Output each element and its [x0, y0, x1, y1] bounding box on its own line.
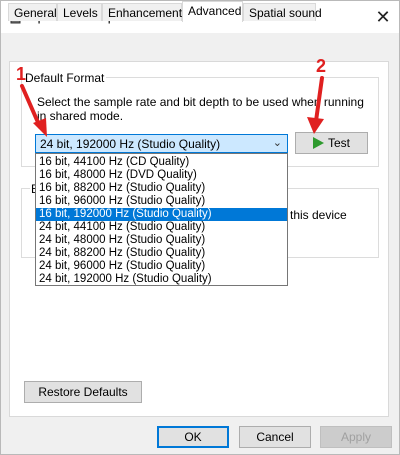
tab-levels[interactable]: Levels [57, 3, 102, 21]
format-dropdown-value: 24 bit, 192000 Hz (Studio Quality) [40, 137, 221, 151]
format-option[interactable]: 16 bit, 44100 Hz (CD Quality) [36, 156, 287, 169]
properties-window: Speakers Properties ✕ General Levels Enh… [0, 0, 400, 455]
format-options-list[interactable]: 16 bit, 44100 Hz (CD Quality) 16 bit, 48… [35, 153, 288, 286]
tab-spatial-sound[interactable]: Spatial sound [243, 3, 322, 21]
close-icon[interactable]: ✕ [371, 5, 395, 29]
format-option[interactable]: 24 bit, 192000 Hz (Studio Quality) [36, 273, 287, 286]
default-format-title: Default Format [23, 71, 107, 85]
chevron-down-icon[interactable]: ⌄ [273, 136, 282, 149]
format-option[interactable]: 16 bit, 48000 Hz (DVD Quality) [36, 169, 287, 182]
tab-advanced[interactable]: Advanced [182, 1, 243, 22]
format-option[interactable]: 24 bit, 44100 Hz (Studio Quality) [36, 221, 287, 234]
test-button[interactable]: Test [295, 132, 368, 154]
play-icon [313, 137, 324, 149]
default-format-description: Select the sample rate and bit depth to … [37, 95, 364, 123]
restore-defaults-button[interactable]: Restore Defaults [24, 381, 142, 403]
format-option[interactable]: 24 bit, 88200 Hz (Studio Quality) [36, 247, 287, 260]
format-dropdown[interactable]: 24 bit, 192000 Hz (Studio Quality) ⌄ [35, 134, 288, 153]
ok-button[interactable]: OK [157, 426, 229, 448]
annotation-number-2: 2 [316, 56, 327, 76]
format-option[interactable]: 16 bit, 88200 Hz (Studio Quality) [36, 182, 287, 195]
exclusive-mode-text-partial: this device [290, 208, 347, 222]
format-option[interactable]: 24 bit, 96000 Hz (Studio Quality) [36, 260, 287, 273]
format-option[interactable]: 24 bit, 48000 Hz (Studio Quality) [36, 234, 287, 247]
format-option-highlighted[interactable]: 16 bit, 192000 Hz (Studio Quality) [36, 208, 287, 221]
test-button-label: Test [328, 136, 351, 150]
annotation-number-1: 1 [16, 64, 27, 84]
apply-button: Apply [320, 426, 392, 448]
format-option[interactable]: 16 bit, 96000 Hz (Studio Quality) [36, 195, 287, 208]
tab-enhancements[interactable]: Enhancements [102, 3, 188, 21]
cancel-button[interactable]: Cancel [239, 426, 311, 448]
tab-general[interactable]: General [8, 3, 57, 21]
